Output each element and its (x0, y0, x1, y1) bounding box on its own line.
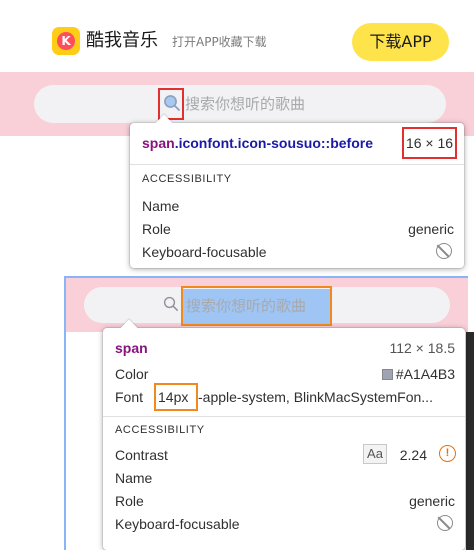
color-label: Color (115, 366, 149, 382)
accessibility-heading: ACCESSIBILITY (115, 424, 205, 436)
font-label: Font (115, 389, 144, 405)
element-dimensions: 112 × 18.5 (389, 340, 455, 356)
kuwo-logo[interactable]: K (52, 27, 80, 55)
element-selector: span.iconfont.icon-sousuo::before (142, 134, 373, 152)
devtools-edge (466, 332, 474, 550)
a11y-name-label: Name (142, 198, 180, 214)
a11y-name-label: Name (115, 470, 153, 486)
not-focusable-icon (436, 243, 452, 259)
font-family-value: -apple-system, BlinkMacSystemFon... (198, 389, 433, 405)
search-placeholder: 搜索你想听的歌曲 (185, 95, 306, 113)
element-tag: span (115, 340, 148, 356)
a11y-focusable-label: Keyboard-focusable (142, 244, 267, 260)
search-placeholder: 搜索你想听的歌曲 (186, 297, 307, 315)
not-focusable-icon (437, 515, 453, 531)
accessibility-heading: ACCESSIBILITY (142, 173, 232, 185)
contrast-value: 2.24 (399, 447, 427, 463)
a11y-role-value: generic (409, 493, 455, 509)
selector-class: .iconfont.icon-sousuo::before (174, 135, 374, 151)
contrast-label: Contrast (115, 447, 168, 463)
a11y-focusable-label: Keyboard-focusable (115, 516, 240, 532)
a11y-role-label: Role (115, 493, 144, 509)
element-size: 16 × 16 (402, 127, 457, 159)
contrast-sample-badge: Aa (363, 444, 387, 464)
color-hex: #A1A4B3 (395, 366, 455, 382)
search-icon[interactable] (163, 296, 179, 312)
download-app-button[interactable]: 下载APP (352, 23, 449, 61)
inspector-tooltip-icon: span.iconfont.icon-sousuo::before 16 × 1… (130, 114, 464, 268)
tooltip-divider (103, 416, 465, 417)
tooltip-divider (130, 164, 464, 165)
app-header: K 酷我音乐 打开APP收藏下载 下载APP (0, 0, 474, 72)
app-name: 酷我音乐 (86, 30, 158, 51)
font-size-value: 14px (158, 389, 189, 405)
logo-letter: K (57, 32, 75, 50)
a11y-role-value: generic (408, 221, 454, 237)
app-promo-text: 打开APP收藏下载 (172, 35, 267, 49)
inspector-tooltip-span: span 112 × 18.5 Color #A1A4B3 Font 14px … (103, 319, 465, 550)
color-swatch (381, 369, 393, 380)
contrast-warning-icon: ! (439, 445, 456, 462)
a11y-role-label: Role (142, 221, 171, 237)
selector-tag: span (142, 135, 175, 151)
color-value: #A1A4B3 (381, 365, 455, 383)
